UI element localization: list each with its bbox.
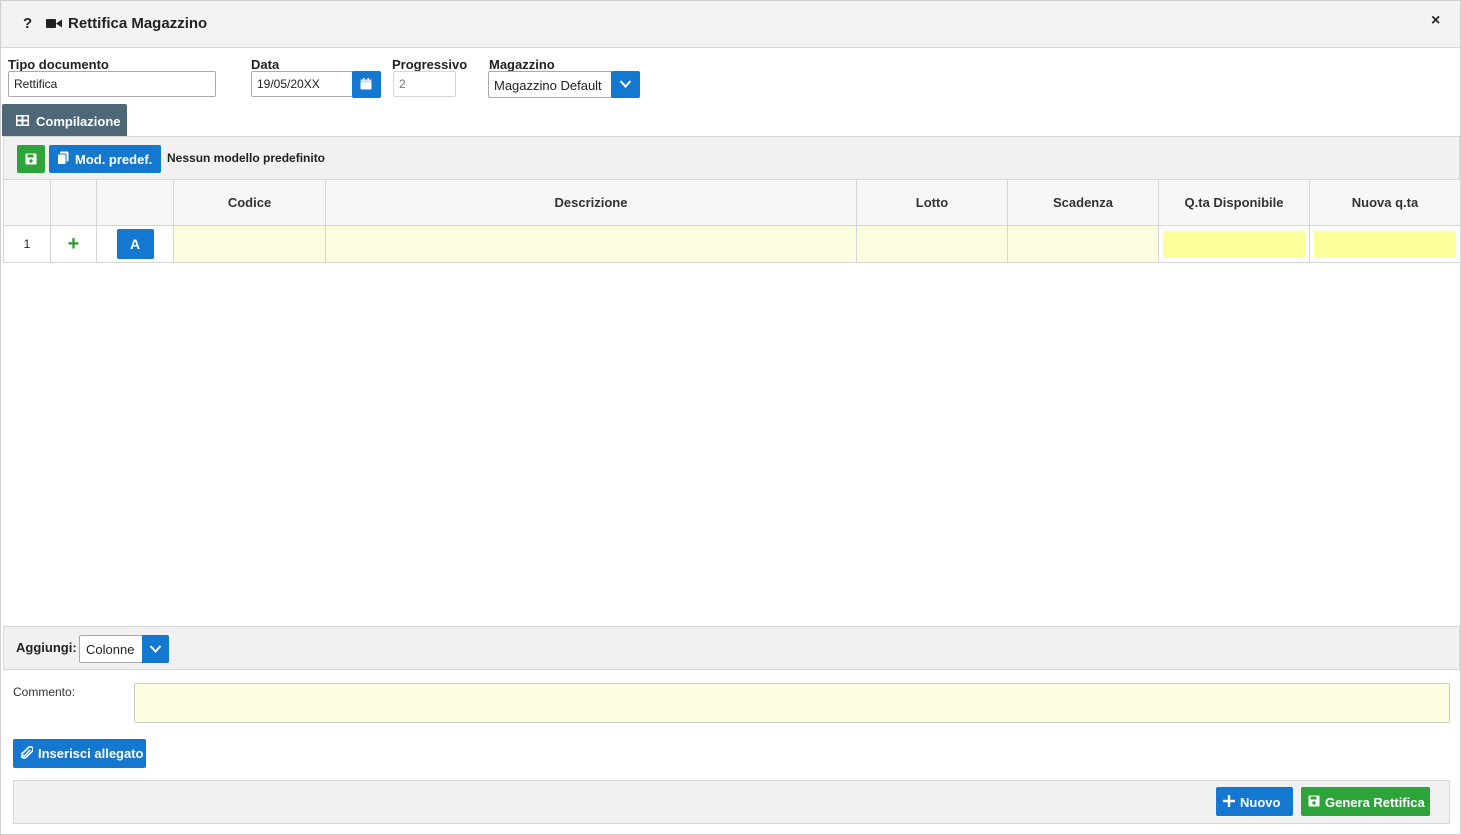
tab-compilazione[interactable]: Compilazione — [2, 104, 127, 136]
aggiungi-bar: Aggiungi: Colonne — [3, 626, 1460, 670]
rettifica-magazzino-dialog: ? Rettifica Magazzino × Tipo documento D… — [0, 0, 1461, 835]
column-header-descrizione[interactable]: Descrizione — [325, 179, 857, 226]
inserisci-allegato-button[interactable]: Inserisci allegato — [13, 739, 146, 768]
plus-icon[interactable]: + — [68, 233, 80, 255]
close-icon[interactable]: × — [1431, 12, 1440, 30]
mod-predef-button[interactable]: Mod. predef. — [49, 145, 161, 173]
column-header — [3, 179, 51, 226]
video-camera-icon[interactable] — [46, 18, 62, 29]
paperclip-icon — [21, 746, 33, 759]
aggiungi-label: Aggiungi: — [16, 640, 77, 655]
plus-icon — [1223, 795, 1235, 807]
grid-header-row: Codice Descrizione Lotto Scadenza Q.ta D… — [3, 179, 1461, 226]
tab-compilazione-label: Compilazione — [36, 114, 121, 129]
model-status-text: Nessun modello predefinito — [167, 151, 326, 165]
table-row: 1 + A — [3, 225, 1461, 263]
column-header-codice[interactable]: Codice — [173, 179, 326, 226]
qta-disponibile-value — [1163, 231, 1305, 257]
footer-bar: Nuovo Genera Rettifica — [13, 780, 1450, 824]
genera-rettifica-label: Genera Rettifica — [1325, 795, 1425, 810]
row-number: 1 — [3, 225, 51, 263]
calendar-icon — [360, 78, 372, 90]
commento-label: Commento: — [13, 685, 76, 699]
a-button[interactable]: A — [116, 229, 154, 259]
qta-disponibile-cell[interactable] — [1158, 225, 1310, 263]
help-icon[interactable]: ? — [23, 15, 32, 32]
data-input[interactable] — [251, 71, 354, 97]
lotto-cell[interactable] — [856, 225, 1008, 263]
chevron-down-icon — [149, 645, 162, 653]
table-icon — [16, 115, 29, 126]
nuova-qta-value — [1314, 231, 1456, 257]
column-header-nuova-qta[interactable]: Nuova q.ta — [1309, 179, 1461, 226]
magazzino-label: Magazzino — [489, 57, 555, 72]
descrizione-cell[interactable] — [325, 225, 857, 263]
colonne-dropdown-button[interactable] — [142, 635, 169, 663]
items-grid: Codice Descrizione Lotto Scadenza Q.ta D… — [3, 179, 1461, 263]
magazzino-select[interactable]: Magazzino Default — [488, 71, 613, 98]
chevron-down-icon — [619, 80, 632, 88]
genera-rettifica-button[interactable]: Genera Rettifica — [1301, 787, 1430, 816]
colonne-select[interactable]: Colonne — [79, 635, 169, 663]
commento-textarea[interactable] — [134, 683, 1450, 723]
column-header-lotto[interactable]: Lotto — [856, 179, 1008, 226]
a-button-cell: A — [96, 225, 174, 263]
save-model-button[interactable] — [17, 145, 45, 173]
progressivo-label: Progressivo — [392, 57, 468, 72]
floppy-disk-icon — [1308, 795, 1320, 807]
inserisci-allegato-label: Inserisci allegato — [38, 746, 144, 761]
mod-predef-label: Mod. predef. — [75, 152, 153, 167]
column-header — [96, 179, 174, 226]
calendar-button[interactable] — [352, 71, 381, 98]
window-title: Rettifica Magazzino — [68, 15, 208, 32]
tipo-documento-input[interactable] — [8, 71, 216, 97]
column-header-qta-disponibile[interactable]: Q.ta Disponibile — [1158, 179, 1310, 226]
title-bar: ? Rettifica Magazzino × — [1, 1, 1460, 48]
progressivo-input — [393, 71, 456, 97]
colonne-value: Colonne — [86, 642, 135, 657]
tipo-documento-label: Tipo documento — [8, 57, 109, 72]
nuova-qta-cell[interactable] — [1309, 225, 1461, 263]
copy-icon — [57, 151, 69, 165]
data-label: Data — [251, 57, 280, 72]
column-header — [50, 179, 97, 226]
nuovo-button[interactable]: Nuovo — [1216, 787, 1293, 816]
codice-cell[interactable] — [173, 225, 326, 263]
nuovo-label: Nuovo — [1240, 795, 1281, 810]
magazzino-dropdown-button[interactable] — [611, 71, 640, 98]
magazzino-value: Magazzino Default — [494, 78, 602, 93]
column-header-scadenza[interactable]: Scadenza — [1007, 179, 1159, 226]
add-row-cell: + — [50, 225, 97, 263]
grid-toolbar: Mod. predef. Nessun modello predefinito — [3, 136, 1460, 180]
floppy-disk-icon — [25, 153, 37, 165]
scadenza-cell[interactable] — [1007, 225, 1159, 263]
